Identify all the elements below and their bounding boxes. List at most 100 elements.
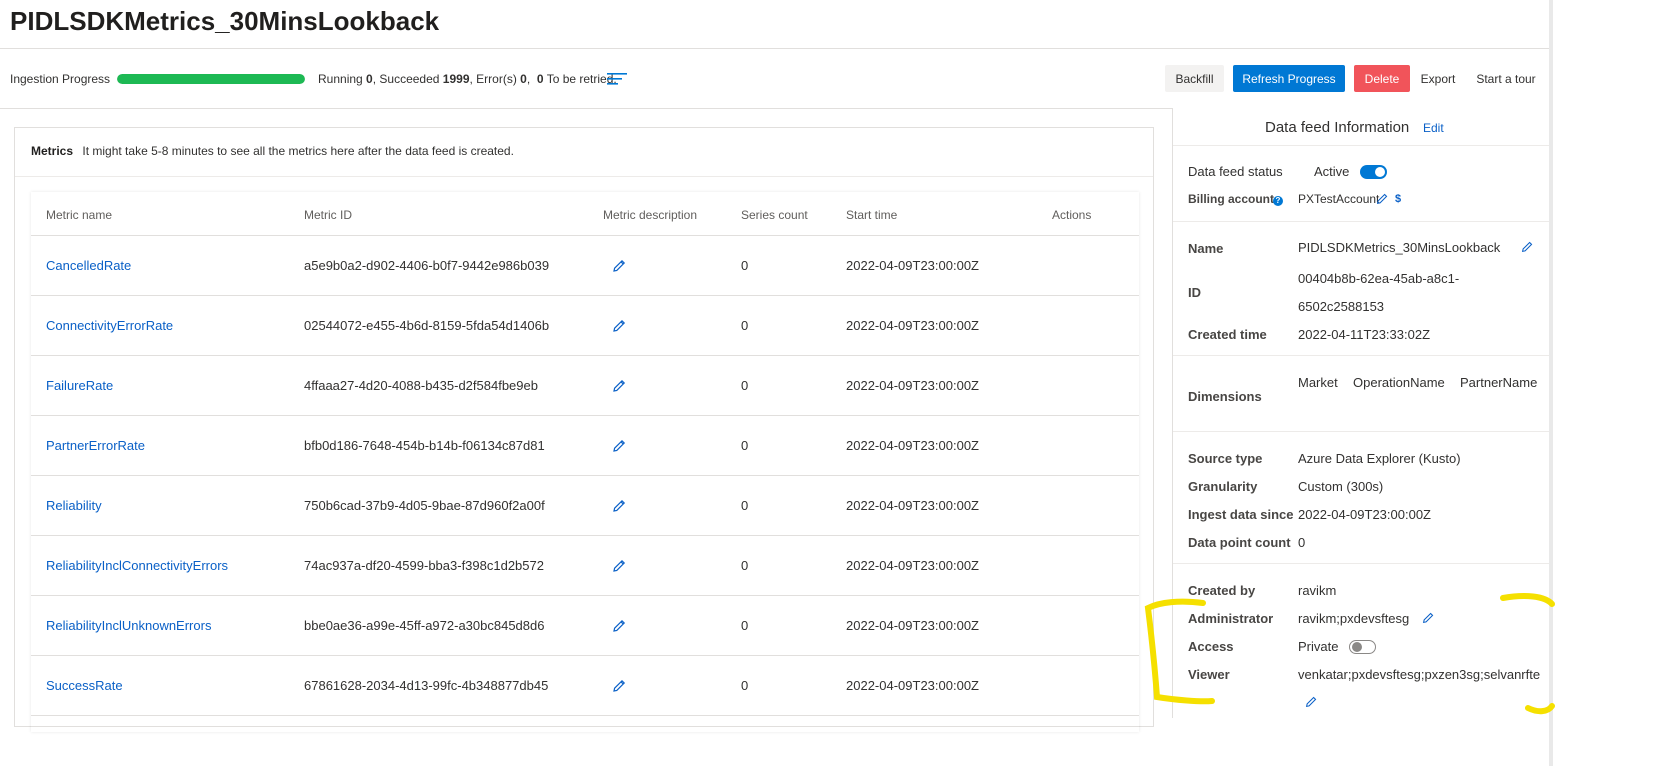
table-row: SuccessRate 67861628-2034-4d13-99fc-4b34… [31, 656, 1139, 716]
toggle-knob [1375, 167, 1385, 177]
refresh-progress-button[interactable]: Refresh Progress [1233, 65, 1345, 92]
metric-name-link[interactable]: ConnectivityErrorRate [46, 318, 173, 333]
ingestion-progress-bar [117, 74, 305, 84]
metric-name-link[interactable]: ReliabilityInclUnknownErrors [46, 618, 211, 633]
table-row: ReliabilityInclConnectivityErrors 74ac93… [31, 536, 1139, 596]
table-row: CancelledRate a5e9b0a2-d902-4406-b0f7-94… [31, 236, 1139, 296]
column-header-series-count[interactable]: Series count [741, 208, 808, 222]
edit-pencil-icon[interactable] [611, 498, 627, 514]
help-icon[interactable]: ? [1273, 196, 1283, 206]
series-count: 0 [741, 678, 749, 693]
page-scrollbar[interactable] [1549, 0, 1553, 766]
start-time: 2022-04-09T23:00:00Z [846, 558, 979, 573]
metric-name-link[interactable]: SuccessRate [46, 678, 123, 693]
dimension-item: OperationName [1353, 375, 1445, 390]
edit-pencil-icon[interactable] [611, 318, 627, 334]
viewer-value: venkatar;pxdevsftesg;pxzen3sg;selvanrfte [1298, 667, 1541, 682]
start-time: 2022-04-09T23:00:00Z [846, 438, 979, 453]
metric-id: 750b6cad-37b9-4d05-9bae-87d960f2a00f [304, 498, 545, 513]
delete-button[interactable]: Delete [1354, 65, 1410, 92]
edit-pencil-icon[interactable] [611, 618, 627, 634]
column-header-actions[interactable]: Actions [1052, 208, 1091, 222]
column-header-metric-id[interactable]: Metric ID [304, 208, 352, 222]
administrator-label: Administrator [1188, 611, 1274, 626]
metric-id: 74ac937a-df20-4599-bba3-f398c1d2b572 [304, 558, 544, 573]
metrics-title: Metrics [31, 144, 74, 158]
metric-name-link[interactable]: FailureRate [46, 378, 113, 393]
start-tour-button[interactable]: Start a tour [1470, 65, 1542, 92]
edit-pencil-icon[interactable] [611, 258, 627, 274]
metric-name-link[interactable]: CancelledRate [46, 258, 131, 273]
data-feed-status-toggle[interactable] [1360, 165, 1387, 179]
series-count: 0 [741, 318, 749, 333]
toggle-knob [1352, 642, 1362, 652]
granularity-value: Custom (300s) [1298, 479, 1384, 494]
errors-label: , Error(s) [469, 72, 517, 86]
column-header-start-time[interactable]: Start time [846, 208, 897, 222]
edit-name-pencil-icon[interactable] [1520, 240, 1534, 254]
metric-id: a5e9b0a2-d902-4406-b0f7-9442e986b039 [304, 258, 550, 273]
series-count: 0 [741, 438, 749, 453]
start-time: 2022-04-09T23:00:00Z [846, 618, 979, 633]
metric-name-link[interactable]: Reliability [46, 498, 102, 513]
ingest-since-label: Ingest data since [1188, 507, 1294, 522]
table-row: FailureRate 4ffaaa27-4d20-4088-b435-d2f5… [31, 356, 1139, 416]
metric-id: 4ffaaa27-4d20-4088-b435-d2f584fbe9eb [304, 378, 538, 393]
access-label: Access [1188, 639, 1234, 654]
info-divider [1173, 145, 1551, 146]
info-divider [1173, 355, 1551, 356]
column-header-metric-name[interactable]: Metric name [46, 208, 112, 222]
id-value-line2: 6502c2588153 [1298, 299, 1385, 314]
metric-name-link[interactable]: ReliabilityInclConnectivityErrors [46, 558, 228, 573]
created-by-label: Created by [1188, 583, 1256, 598]
ingestion-progress-label: Ingestion Progress [10, 72, 111, 86]
metrics-card: Metrics It might take 5-8 minutes to see… [14, 127, 1154, 727]
details-list-icon[interactable] [607, 71, 627, 87]
billing-account-label: Billing account [1188, 192, 1275, 206]
data-feed-info-panel: Data feed Information Edit Data feed sta… [1172, 108, 1551, 718]
info-panel-title: Data feed Information [1265, 119, 1410, 136]
data-feed-status-value: Active [1314, 164, 1350, 179]
edit-billing-pencil-icon[interactable] [1375, 192, 1389, 206]
export-button[interactable]: Export [1416, 65, 1460, 92]
metric-id: bfb0d186-7648-454b-b14b-f06134c87d81 [304, 438, 545, 453]
data-feed-status-label: Data feed status [1188, 164, 1283, 179]
edit-pencil-icon[interactable] [611, 438, 627, 454]
page-title: PIDLSDKMetrics_30MinsLookback [10, 6, 440, 36]
granularity-label: Granularity [1188, 479, 1258, 494]
ingestion-progress-fill [117, 74, 305, 84]
metric-id: 02544072-e455-4b6d-8159-5fda54d1406b [304, 318, 550, 333]
ingest-since-value: 2022-04-09T23:00:00Z [1298, 507, 1431, 522]
series-count: 0 [741, 498, 749, 513]
column-header-metric-description[interactable]: Metric description [603, 208, 697, 222]
created-time-value: 2022-04-11T23:33:02Z [1298, 327, 1431, 342]
start-time: 2022-04-09T23:00:00Z [846, 318, 979, 333]
metric-name-link[interactable]: PartnerErrorRate [46, 438, 145, 453]
errors-value: 0 [520, 72, 527, 86]
viewer-label: Viewer [1188, 667, 1230, 682]
backfill-button[interactable]: Backfill [1165, 65, 1224, 92]
retry-value: 0 [536, 72, 544, 86]
data-point-count-label: Data point count [1188, 535, 1291, 550]
info-divider [1173, 431, 1551, 432]
name-value: PIDLSDKMetrics_30MinsLookback [1298, 240, 1501, 255]
edit-pencil-icon[interactable] [611, 378, 627, 394]
info-edit-link[interactable]: Edit [1423, 121, 1444, 135]
billing-account-value: PXTestAccount [1298, 192, 1380, 206]
table-row: PartnerErrorRate bfb0d186-7648-454b-b14b… [31, 416, 1139, 476]
start-time: 2022-04-09T23:00:00Z [846, 498, 979, 513]
source-type-label: Source type [1188, 451, 1263, 466]
access-value: Private [1298, 639, 1339, 654]
edit-pencil-icon[interactable] [611, 558, 627, 574]
metrics-header: Metrics It might take 5-8 minutes to see… [31, 144, 514, 158]
metrics-header-divider [15, 176, 1153, 177]
id-label: ID [1188, 285, 1201, 300]
succeeded-label: , Succeeded [372, 72, 440, 86]
billing-dollar-icon[interactable]: $ [1395, 193, 1401, 205]
running-value: 0 [366, 72, 373, 86]
edit-viewer-pencil-icon[interactable] [1304, 695, 1318, 709]
access-toggle[interactable] [1349, 640, 1376, 654]
metric-id: bbe0ae36-a99e-45ff-a972-a30bc845d8d6 [304, 618, 545, 633]
edit-pencil-icon[interactable] [611, 678, 627, 694]
edit-admin-pencil-icon[interactable] [1421, 611, 1435, 625]
